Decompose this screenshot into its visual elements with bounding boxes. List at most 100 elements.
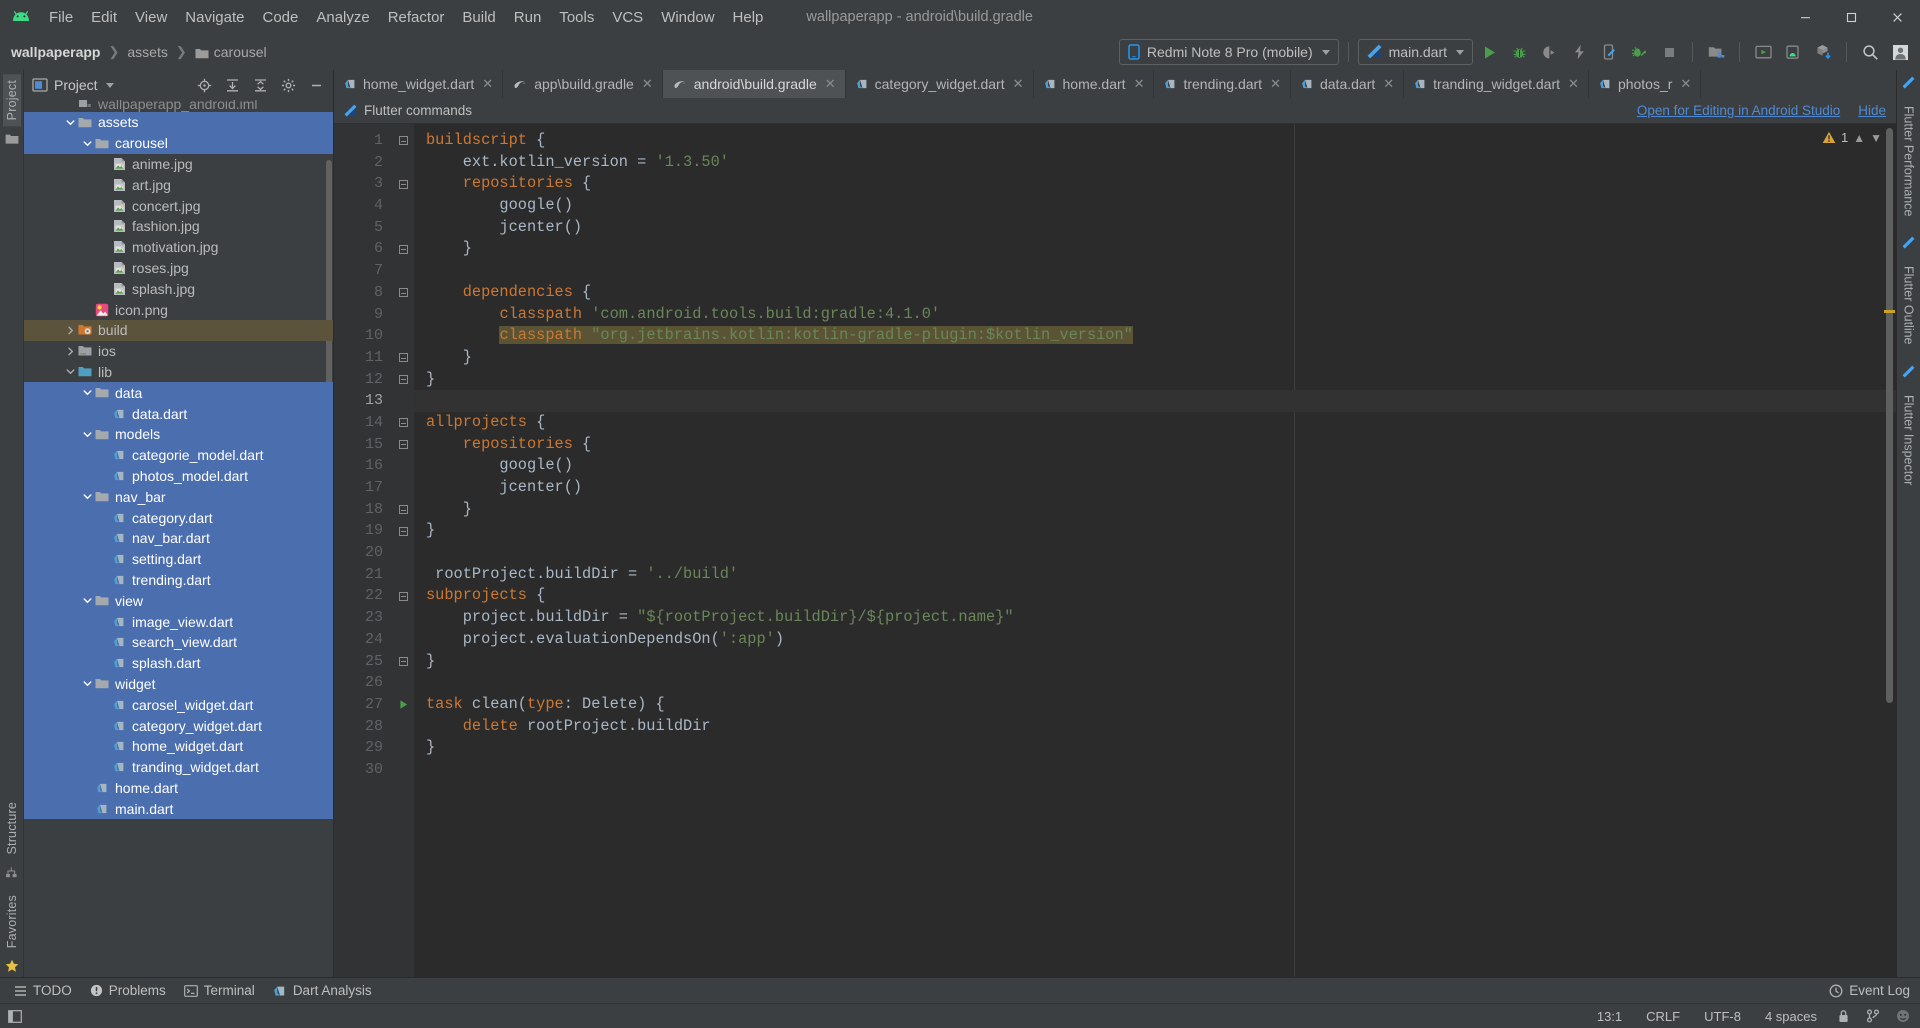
editor-tab-home_widget-dart[interactable]: home_widget.dart ✕	[334, 70, 504, 98]
code-line[interactable]: rootProject.buildDir = '../build'	[414, 564, 1896, 586]
menu-item-tools[interactable]: Tools	[550, 6, 603, 29]
close-icon[interactable]: ✕	[1013, 76, 1024, 92]
fold-marker[interactable]	[392, 585, 414, 607]
fold-marker[interactable]	[392, 520, 414, 542]
chevron-down-icon[interactable]	[81, 677, 94, 690]
close-icon[interactable]: ✕	[1270, 76, 1281, 92]
chevron-down-icon[interactable]	[81, 594, 94, 607]
code-line[interactable]: project.buildDir = "${rootProject.buildD…	[414, 607, 1896, 629]
run-configuration-selector[interactable]: main.dart	[1357, 39, 1473, 65]
chevron-down-icon[interactable]	[81, 428, 94, 441]
tool-window-event-log[interactable]: Event Log	[1829, 983, 1910, 998]
tree-item-motivation-jpg[interactable]: motivation.jpg	[24, 237, 333, 258]
code-line[interactable]: }	[414, 347, 1896, 369]
search-everywhere-button[interactable]	[1856, 38, 1884, 66]
code-line[interactable]: delete rootProject.buildDir	[414, 716, 1896, 738]
code-line[interactable]	[414, 759, 1896, 781]
device-selector[interactable]: Redmi Note 8 Pro (mobile)	[1118, 39, 1339, 65]
breadcrumb-item-wallpaperapp[interactable]: wallpaperapp	[8, 43, 103, 61]
chevron-down-icon[interactable]	[64, 116, 77, 129]
branch-icon[interactable]	[1866, 1009, 1880, 1023]
tree-item-carosel_widget-dart[interactable]: carosel_widget.dart	[24, 694, 333, 716]
sidebar-item-favorites[interactable]: Favorites	[3, 889, 21, 954]
breadcrumb-item-assets[interactable]: assets	[124, 43, 170, 61]
sidebar-item-flutter-inspector[interactable]: Flutter Inspector	[1900, 387, 1918, 493]
show-toolwindows-icon[interactable]	[8, 1009, 22, 1023]
file-encoding[interactable]: UTF-8	[1700, 1007, 1745, 1026]
code-line[interactable]: subprojects {	[414, 585, 1896, 607]
inspection-icon[interactable]	[1896, 1009, 1910, 1023]
chevron-down-icon[interactable]	[81, 386, 94, 399]
tree-item-category-dart[interactable]: category.dart	[24, 507, 333, 528]
tree-item-photos_model-dart[interactable]: photos_model.dart	[24, 465, 333, 487]
code-line[interactable]: }	[414, 737, 1896, 759]
close-icon[interactable]: ✕	[482, 76, 493, 92]
code-line[interactable]: repositories {	[414, 173, 1896, 195]
code-line[interactable]: jcenter()	[414, 217, 1896, 239]
code-content[interactable]: buildscript { ext.kotlin_version = '1.3.…	[414, 124, 1896, 977]
tree-item-icon-png[interactable]: icon.png	[24, 299, 333, 320]
tree-item-home-dart[interactable]: home.dart	[24, 777, 333, 799]
close-icon[interactable]: ✕	[1568, 76, 1579, 92]
tool-window-todo[interactable]: TODO	[8, 980, 84, 1001]
sidebar-item-flutter-performance[interactable]: Flutter Performance	[1900, 98, 1918, 224]
menu-item-analyze[interactable]: Analyze	[307, 6, 378, 29]
code-folding-gutter[interactable]	[392, 124, 414, 977]
sidebar-item-flutter-outline[interactable]: Flutter Outline	[1900, 258, 1918, 353]
code-line[interactable]: ext.kotlin_version = '1.3.50'	[414, 152, 1896, 174]
tree-item-carousel[interactable]: carousel	[24, 132, 333, 154]
tree-item-main-dart[interactable]: main.dart	[24, 798, 333, 820]
code-line[interactable]: }	[414, 369, 1896, 391]
stop-button[interactable]	[1655, 38, 1683, 66]
code-line[interactable]	[414, 390, 1896, 412]
editor-tab-android-build-gradle[interactable]: android\build.gradle ✕	[662, 70, 846, 98]
run-coverage-button[interactable]	[1535, 38, 1563, 66]
editor-tab-trending-dart[interactable]: trending.dart ✕	[1154, 70, 1291, 98]
code-line[interactable]: }	[414, 238, 1896, 260]
code-line[interactable]: buildscript {	[414, 130, 1896, 152]
sidebar-item-project[interactable]: Project	[2, 74, 21, 127]
menu-item-vcs[interactable]: VCS	[603, 6, 652, 29]
run-gutter-icon[interactable]	[392, 694, 414, 716]
close-icon[interactable]: ✕	[642, 76, 653, 92]
code-line[interactable]: project.evaluationDependsOn(':app')	[414, 629, 1896, 651]
flutter-attach-button[interactable]	[1595, 38, 1623, 66]
close-icon[interactable]: ✕	[1383, 76, 1394, 92]
code-line[interactable]: }	[414, 520, 1896, 542]
project-tree[interactable]: wallpaperapp_android.iml assets carousel an…	[24, 100, 333, 977]
tree-item-build[interactable]: build	[24, 319, 333, 341]
chevron-down-icon[interactable]	[64, 365, 77, 378]
fold-marker[interactable]	[392, 238, 414, 260]
chevron-down-icon[interactable]	[81, 137, 94, 150]
code-line[interactable]: classpath "org.jetbrains.kotlin:kotlin-g…	[414, 325, 1896, 347]
menu-item-build[interactable]: Build	[453, 6, 504, 29]
menu-item-edit[interactable]: Edit	[82, 6, 126, 29]
fold-marker[interactable]	[392, 651, 414, 673]
debug-button[interactable]	[1505, 38, 1533, 66]
fold-marker[interactable]	[392, 347, 414, 369]
menu-item-run[interactable]: Run	[505, 6, 551, 29]
editor-tab-photos_r[interactable]: photos_r ✕	[1588, 70, 1702, 98]
code-line[interactable]: google()	[414, 195, 1896, 217]
lock-icon[interactable]	[1837, 1009, 1850, 1023]
run-button[interactable]	[1475, 38, 1503, 66]
tree-item-search_view-dart[interactable]: search_view.dart	[24, 631, 333, 653]
editor-tab-category_widget-dart[interactable]: category_widget.dart ✕	[845, 70, 1034, 98]
indent-setting[interactable]: 4 spaces	[1761, 1007, 1821, 1026]
minimize-button[interactable]	[1782, 0, 1828, 34]
code-line[interactable]: classpath 'com.android.tools.build:gradl…	[414, 304, 1896, 326]
profile-button[interactable]	[1625, 38, 1653, 66]
menu-item-file[interactable]: File	[40, 6, 82, 29]
code-editor[interactable]: 1 2 3 4 5 6 7 8 9 10 11 12 13 14 15 16 17 18 19 20 21 22 23 24 2…	[334, 124, 1896, 977]
tool-window-terminal[interactable]: Terminal	[178, 980, 267, 1001]
tree-item-lib[interactable]: lib	[24, 362, 333, 383]
code-line[interactable]: task clean(type: Delete) {	[414, 694, 1896, 716]
fold-marker[interactable]	[392, 499, 414, 521]
menu-item-view[interactable]: View	[126, 6, 176, 29]
tree-item-category_widget-dart[interactable]: category_widget.dart	[24, 715, 333, 736]
menu-item-code[interactable]: Code	[253, 6, 307, 29]
editor-tab-home-dart[interactable]: home.dart ✕	[1033, 70, 1155, 98]
fold-marker[interactable]	[392, 130, 414, 152]
editor-scrollbar[interactable]	[1886, 128, 1893, 703]
tree-item-nav_bar[interactable]: nav_bar	[24, 486, 333, 508]
